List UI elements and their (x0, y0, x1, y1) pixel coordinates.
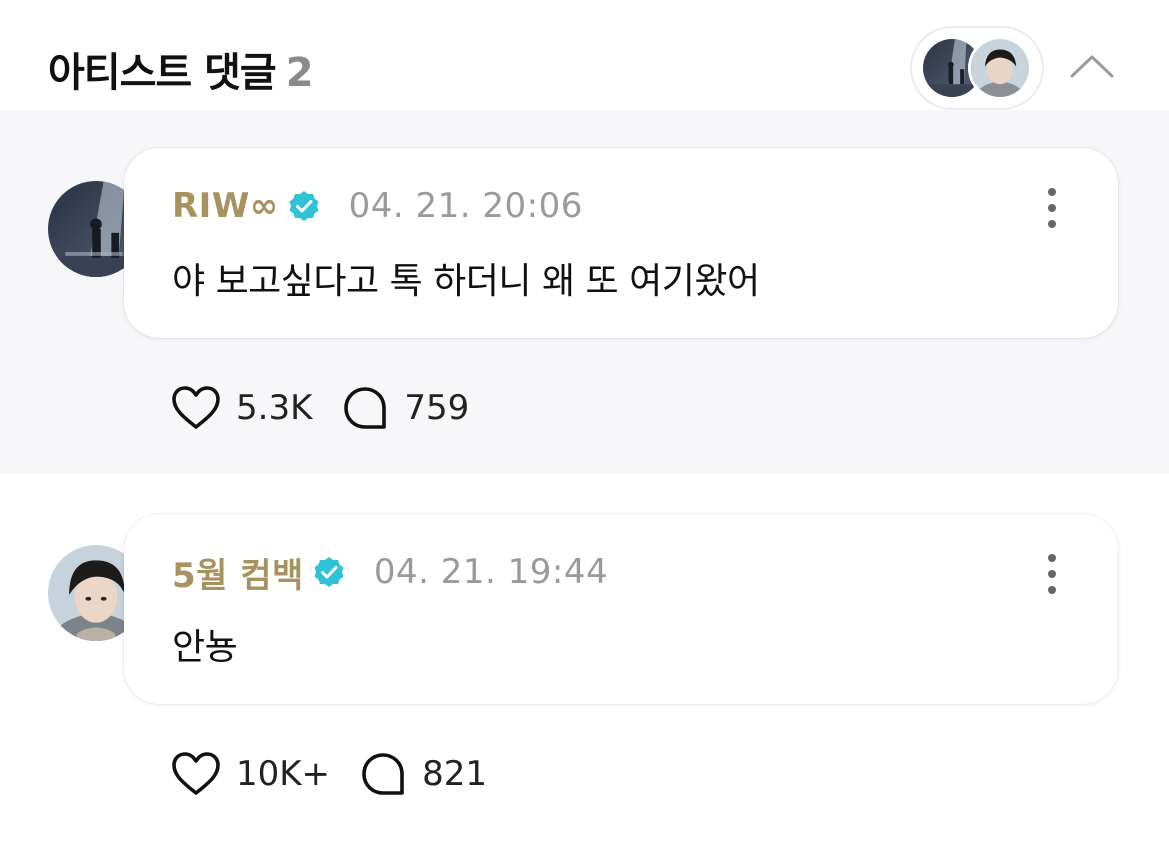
comment-card: RIW∞ 04. 21. 20:06 야 보고싶다고 톡 하더니 왜 또 여기왔… (124, 148, 1118, 338)
verified-badge-icon (312, 555, 346, 589)
like-button[interactable]: 10K+ (170, 751, 330, 797)
comment-username[interactable]: RIW∞ (172, 186, 279, 226)
artist-avatar-stack[interactable] (912, 28, 1042, 108)
artist-comments-header: 아티스트 댓글 2 (0, 0, 1169, 110)
comment-text: 야 보고싶다고 톡 하더니 왜 또 여기왔어 (172, 261, 760, 302)
more-vertical-icon (1048, 554, 1056, 562)
reply-count: 821 (422, 754, 487, 794)
heart-icon (172, 752, 220, 795)
section-title: 아티스트 댓글 2 (48, 40, 314, 98)
comment-text: 안뇽 (172, 627, 238, 668)
comment-item: RIW∞ 04. 21. 20:06 야 보고싶다고 톡 하더니 왜 또 여기왔… (0, 110, 1169, 474)
chevron-up-icon (1070, 55, 1114, 78)
comment-item: 5월 컴백 04. 21. 19:44 안뇽 10K+ 821 (0, 474, 1169, 851)
like-button[interactable]: 5.3K (170, 385, 312, 431)
more-options-button[interactable] (1036, 186, 1068, 230)
speech-bubble-icon (344, 387, 387, 429)
section-title-text: 아티스트 댓글 (48, 50, 277, 96)
comment-count: 2 (285, 50, 314, 96)
comment-card: 5월 컴백 04. 21. 19:44 안뇽 (124, 514, 1118, 704)
reply-button[interactable]: 759 (340, 385, 469, 431)
collapse-button[interactable] (1064, 44, 1120, 88)
comment-meta: 5월 컴백 04. 21. 19:44 (172, 552, 609, 596)
comment-timestamp: 04. 21. 20:06 (348, 186, 583, 226)
more-options-button[interactable] (1036, 552, 1068, 596)
comment-timestamp: 04. 21. 19:44 (373, 552, 609, 592)
reply-count: 759 (404, 388, 470, 428)
verified-badge-icon (287, 189, 321, 223)
more-vertical-icon (1048, 188, 1056, 196)
comment-actions: 10K+ 821 (170, 749, 487, 799)
like-count: 10K+ (236, 754, 331, 794)
comment-meta: RIW∞ 04. 21. 20:06 (172, 186, 583, 226)
heart-icon (172, 386, 220, 429)
avatar-thumb-portrait (968, 36, 1032, 100)
speech-bubble-icon (362, 753, 404, 795)
comment-username[interactable]: 5월 컴백 (172, 548, 304, 597)
like-count: 5.3K (236, 388, 313, 428)
reply-button[interactable]: 821 (358, 751, 487, 797)
comment-actions: 5.3K 759 (170, 383, 469, 433)
